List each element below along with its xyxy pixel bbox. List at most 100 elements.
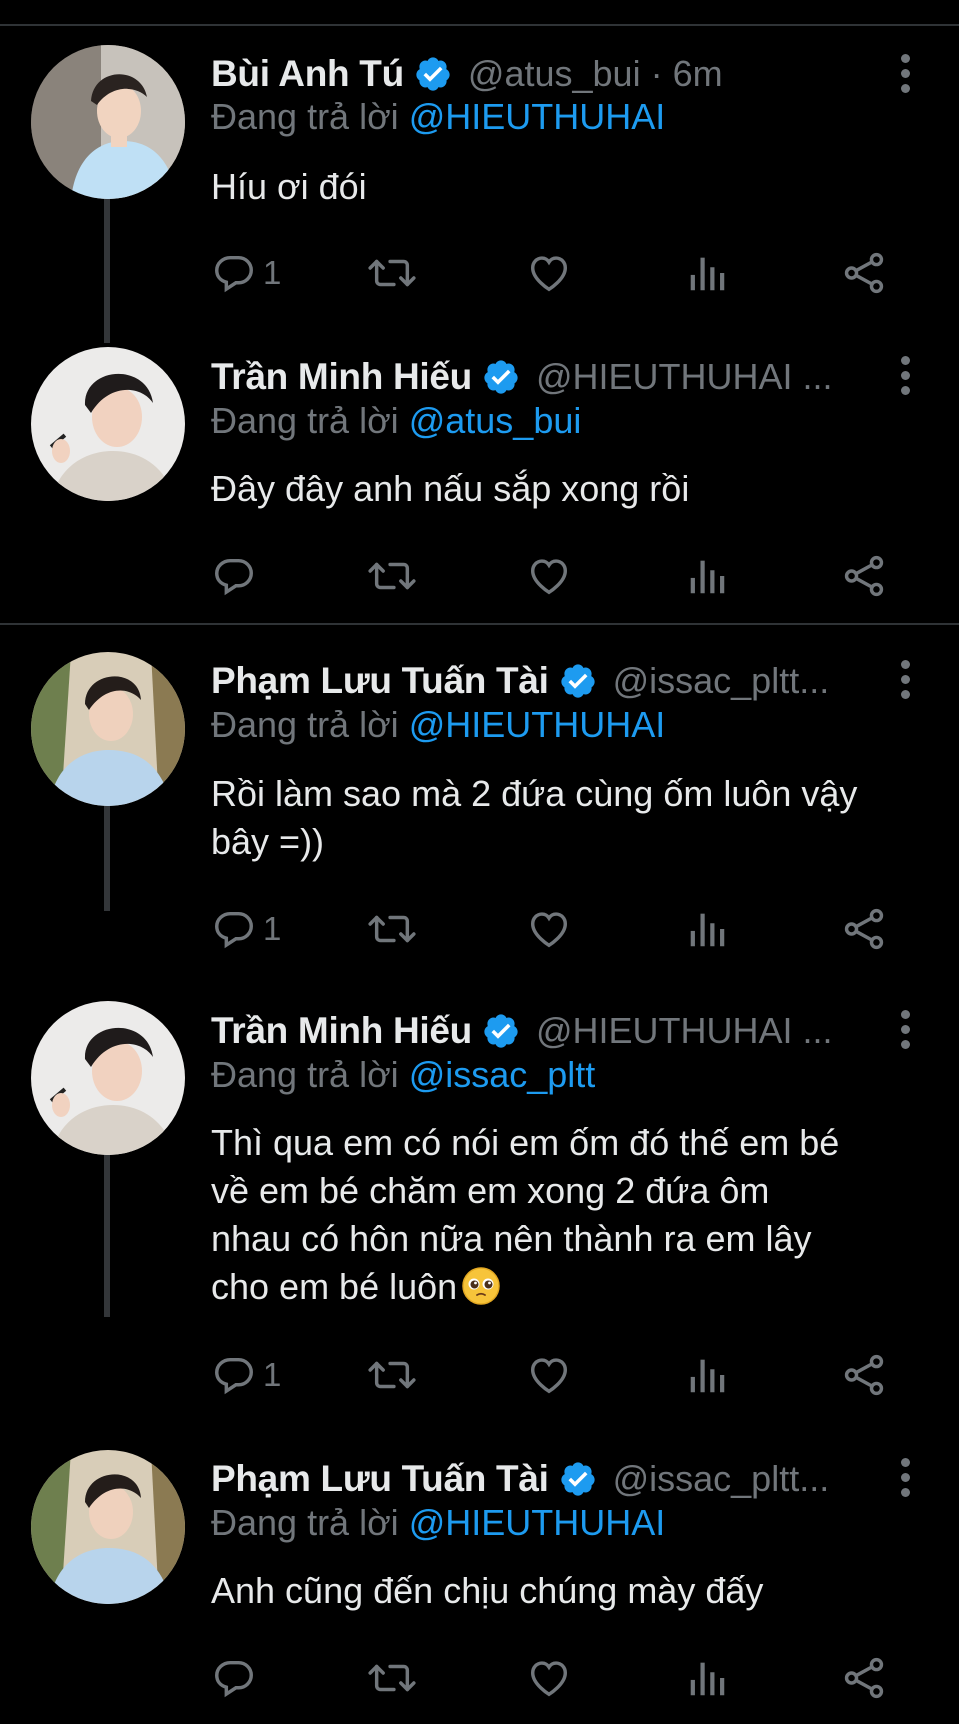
tweet-text: Thì qua em có nói em ốm đó thế em bé về …: [211, 1119, 931, 1311]
reply-count: 1: [263, 910, 282, 947]
views-icon: [690, 257, 725, 291]
retweet-button[interactable]: [366, 1349, 418, 1401]
like-button[interactable]: [526, 1349, 572, 1401]
heart-icon: [530, 256, 568, 292]
share-button[interactable]: [840, 1349, 888, 1401]
avatar[interactable]: [31, 45, 185, 199]
replying-to: Đang trả lời @HIEUTHUHAI: [211, 96, 665, 138]
share-icon: [844, 908, 884, 950]
handle[interactable]: @HIEUTHUHAI ...: [536, 1010, 833, 1052]
mention-link[interactable]: @HIEUTHUHAI: [409, 704, 666, 745]
share-button[interactable]: [840, 247, 888, 299]
avatar[interactable]: [31, 1450, 185, 1604]
display-name[interactable]: Trần Minh Hiếu: [211, 1010, 472, 1052]
mention-link[interactable]: @HIEUTHUHAI: [409, 1502, 666, 1543]
reply-icon: [215, 1660, 253, 1698]
tweet-text: Híu ơi đói: [211, 166, 367, 207]
tweet-text-line: Rồi làm sao mà 2 đứa cùng ốm luôn vậy: [211, 773, 858, 814]
retweet-icon: [368, 259, 416, 287]
views-icon: [690, 560, 725, 594]
tweet-text: Đây đây anh nấu sắp xong rồi: [211, 468, 690, 509]
reply-icon: [215, 255, 253, 293]
views-button[interactable]: [684, 550, 730, 602]
reply-button[interactable]: 1: [211, 903, 281, 955]
like-button[interactable]: [526, 550, 572, 602]
reply-button[interactable]: 1: [211, 247, 281, 299]
tweet-header: Trần Minh Hiếu @HIEUTHUHAI ...: [211, 1007, 833, 1055]
tweet-text: Anh cũng đến chịu chúng mày đấy: [211, 1570, 764, 1611]
views-button[interactable]: [684, 903, 730, 955]
views-button[interactable]: [684, 1349, 730, 1401]
handle[interactable]: @issac_pltt...: [613, 1458, 830, 1500]
avatar-image: [31, 45, 185, 199]
replying-to: Đang trả lời @HIEUTHUHAI: [211, 1502, 665, 1544]
avatar-image: [31, 1001, 185, 1155]
more-options-icon[interactable]: [899, 54, 911, 94]
retweet-icon: [368, 562, 416, 590]
heart-icon: [530, 912, 568, 948]
heart-icon: [530, 1661, 568, 1697]
replying-to: Đang trả lời @atus_bui: [211, 400, 581, 442]
avatar[interactable]: [31, 652, 185, 806]
top-divider: [0, 0, 959, 26]
reply-count: 1: [263, 1356, 282, 1393]
retweet-button[interactable]: [366, 247, 418, 299]
share-button[interactable]: [840, 903, 888, 955]
avatar[interactable]: [31, 1001, 185, 1155]
tweet-actions: 1: [0, 1349, 959, 1401]
retweet-button[interactable]: [366, 1652, 418, 1704]
share-button[interactable]: [840, 550, 888, 602]
tweet-actions: [0, 550, 959, 602]
tweet-text-line: Thì qua em có nói em ốm đó thế em bé: [211, 1122, 840, 1163]
mention-link[interactable]: @issac_pltt: [409, 1054, 596, 1095]
mention-link[interactable]: @atus_bui: [409, 400, 582, 441]
more-options-icon[interactable]: [899, 1010, 911, 1050]
like-button[interactable]: [526, 1652, 572, 1704]
avatar-image: [31, 1450, 185, 1604]
display-name[interactable]: Trần Minh Hiếu: [211, 356, 472, 398]
retweet-button[interactable]: [366, 550, 418, 602]
like-button[interactable]: [526, 247, 572, 299]
more-options-icon[interactable]: [899, 660, 911, 700]
tweet-text-line-text: cho em bé luôn: [211, 1266, 458, 1307]
replying-to-label: Đang trả lời: [211, 1054, 399, 1095]
tweet-header: Phạm Lưu Tuấn Tài @issac_pltt...: [211, 657, 829, 705]
views-icon: [690, 1359, 725, 1393]
views-button[interactable]: [684, 1652, 730, 1704]
display-name[interactable]: Phạm Lưu Tuấn Tài: [211, 660, 549, 702]
reply-button[interactable]: [211, 550, 263, 602]
more-options-icon[interactable]: [899, 1458, 911, 1498]
handle[interactable]: @HIEUTHUHAI ...: [536, 356, 833, 398]
tweet-text-line: cho em bé luôn: [211, 1263, 931, 1311]
replying-to-label: Đang trả lời: [211, 1502, 399, 1543]
reply-button[interactable]: 1: [211, 1349, 281, 1401]
views-button[interactable]: [684, 247, 730, 299]
reply-button[interactable]: [211, 1652, 263, 1704]
share-icon: [844, 252, 884, 294]
handle[interactable]: @issac_pltt...: [613, 660, 830, 702]
retweet-button[interactable]: [366, 903, 418, 955]
display-name[interactable]: Bùi Anh Tú: [211, 53, 404, 95]
avatar[interactable]: [31, 347, 185, 501]
tweet-actions: 1: [0, 903, 959, 955]
replying-to: Đang trả lời @issac_pltt: [211, 1054, 595, 1096]
views-icon: [690, 913, 725, 947]
verified-badge-icon: [416, 57, 450, 91]
replying-to: Đang trả lời @HIEUTHUHAI: [211, 704, 665, 746]
tweet-actions: [0, 1652, 959, 1704]
like-button[interactable]: [526, 903, 572, 955]
handle[interactable]: @atus_bui · 6m: [468, 53, 723, 95]
more-options-icon[interactable]: [899, 356, 911, 396]
tweet-text-line: nhau có hôn nữa nên thành ra em lây: [211, 1218, 812, 1259]
heart-icon: [530, 1358, 568, 1394]
display-name[interactable]: Phạm Lưu Tuấn Tài: [211, 1458, 549, 1500]
views-icon: [690, 1662, 725, 1696]
reply-count: 1: [263, 254, 282, 291]
retweet-icon: [368, 1664, 416, 1692]
share-button[interactable]: [840, 1652, 888, 1704]
tweet-text: Rồi làm sao mà 2 đứa cùng ốm luôn vậy bâ…: [211, 770, 951, 866]
tweet-text-line: bây =)): [211, 821, 325, 862]
mention-link[interactable]: @HIEUTHUHAI: [409, 96, 666, 137]
share-icon: [844, 555, 884, 597]
reply-icon: [215, 911, 253, 949]
